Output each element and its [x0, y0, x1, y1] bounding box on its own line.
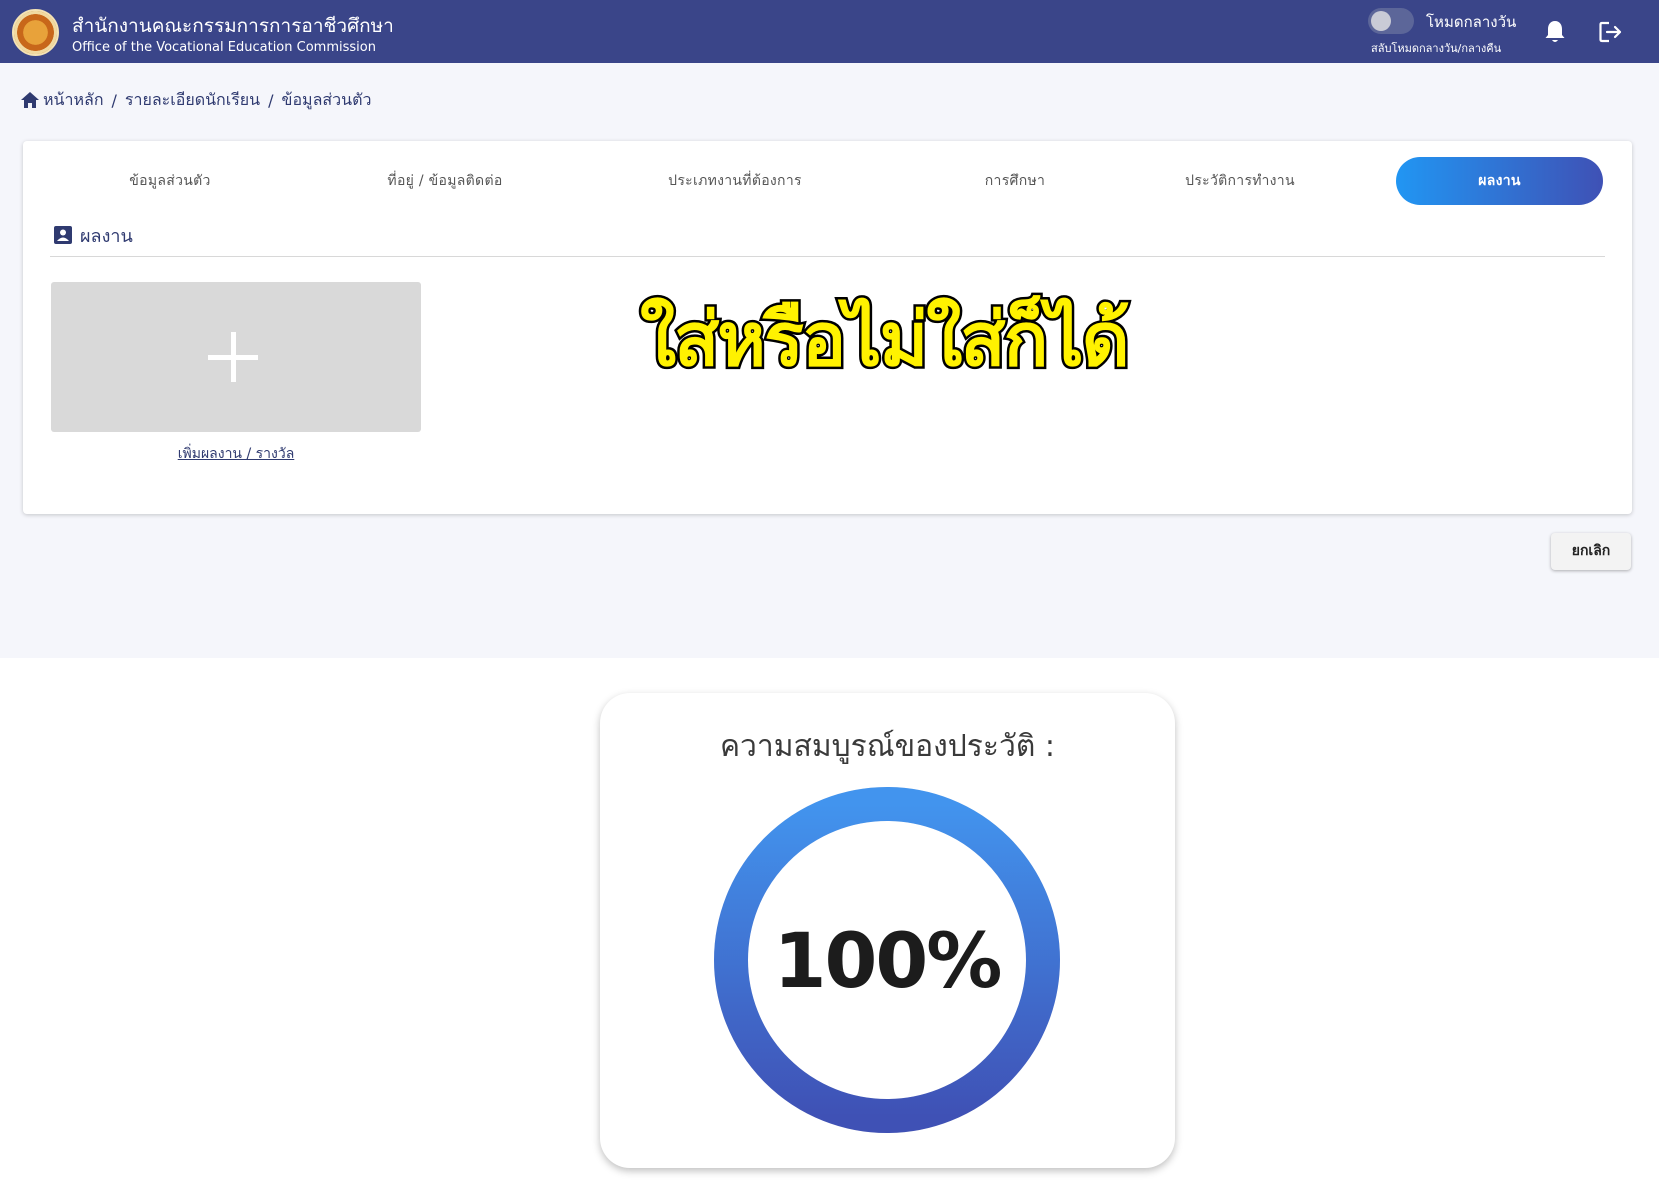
toggle-knob: [1371, 11, 1391, 31]
tab-portfolio[interactable]: ผลงาน: [1396, 157, 1603, 205]
breadcrumb-student-detail[interactable]: รายละเอียดนักเรียน: [125, 88, 260, 113]
tab-work-history[interactable]: ประวัติการทำงาน: [1175, 157, 1305, 205]
mode-label: โหมดกลางวัน: [1426, 13, 1517, 31]
breadcrumb-personal-info[interactable]: ข้อมูลส่วนตัว: [282, 88, 372, 113]
section-title: ผลงาน: [53, 223, 133, 247]
portfolio-icon: [54, 226, 72, 244]
completion-percent: 100%: [773, 916, 1003, 1005]
breadcrumb: หน้าหลัก / รายละเอียดนักเรียน / ข้อมูลส่…: [20, 89, 371, 111]
organization-logo: [12, 9, 59, 56]
mode-subtitle: สลับโหมดกลางวัน/กลางคืน: [1371, 42, 1502, 55]
home-icon[interactable]: [20, 90, 40, 110]
breadcrumb-home[interactable]: หน้าหลัก: [43, 88, 104, 113]
optional-annotation: ใส่หรือไม่ใส่ก็ได้: [638, 295, 1133, 386]
app-header: สำนักงานคณะกรรมการการอาชีวศึกษา Office o…: [0, 0, 1659, 63]
day-night-toggle[interactable]: [1368, 8, 1414, 34]
logout-icon[interactable]: [1598, 20, 1624, 44]
tab-job-type[interactable]: ประเภทงานที่ต้องการ: [660, 157, 810, 205]
bell-icon[interactable]: [1543, 19, 1567, 45]
tab-bar: ข้อมูลส่วนตัว ที่อยู่ / ข้อมูลติดต่อ ประ…: [50, 157, 1605, 205]
plus-icon-vertical: [231, 332, 236, 382]
tab-personal-info[interactable]: ข้อมูลส่วนตัว: [115, 157, 225, 205]
tab-education[interactable]: การศึกษา: [970, 157, 1060, 205]
org-name-en: Office of the Vocational Education Commi…: [72, 40, 376, 55]
org-name-th: สำนักงานคณะกรรมการการอาชีวศึกษา: [72, 15, 394, 37]
section-divider: [50, 256, 1605, 257]
cancel-button[interactable]: ยกเลิก: [1551, 533, 1631, 570]
breadcrumb-separator: /: [268, 90, 274, 110]
completion-title: ความสมบูรณ์ของประวัติ :: [719, 729, 1056, 764]
profile-completion-card: ความสมบูรณ์ของประวัติ : 100%: [600, 693, 1175, 1168]
add-portfolio-link[interactable]: เพิ่มผลงาน / รางวัล: [51, 443, 421, 465]
breadcrumb-separator: /: [111, 90, 117, 110]
section-title-text: ผลงาน: [80, 225, 133, 247]
add-portfolio-box[interactable]: [51, 282, 421, 432]
tab-address-contact[interactable]: ที่อยู่ / ข้อมูลติดต่อ: [365, 157, 525, 205]
